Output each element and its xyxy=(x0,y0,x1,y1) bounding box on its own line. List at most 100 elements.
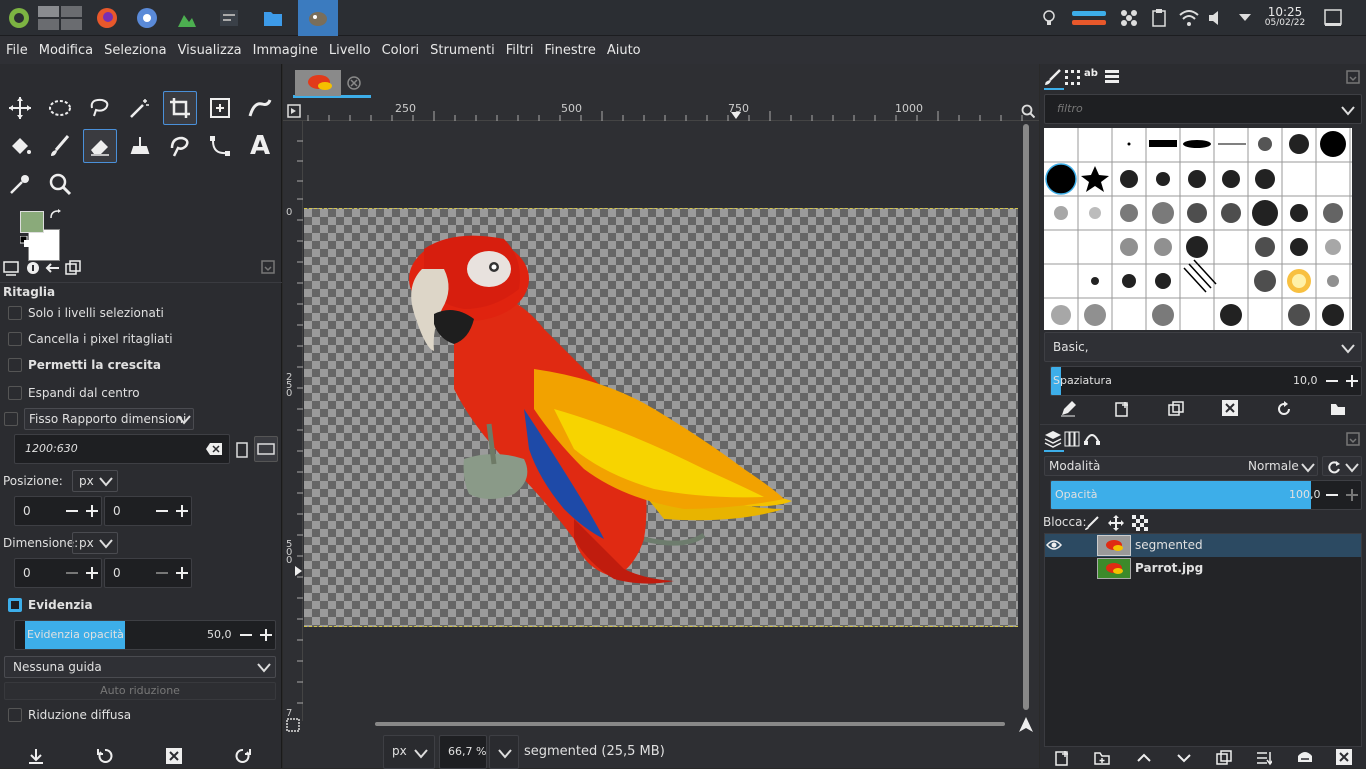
workspace-switcher[interactable] xyxy=(36,3,84,33)
menu-tools[interactable]: Strumenti xyxy=(430,43,495,58)
layer-composite-dropdown[interactable] xyxy=(1322,456,1362,476)
position-unit-dropdown[interactable]: px xyxy=(72,470,118,492)
zoom-tool-icon[interactable] xyxy=(43,167,77,201)
duplicate-brush-icon[interactable] xyxy=(1168,401,1184,420)
fixed-ratio-checkbox[interactable] xyxy=(4,412,18,426)
refresh-brushes-icon[interactable] xyxy=(1276,401,1292,420)
portrait-icon[interactable] xyxy=(236,442,248,461)
save-preset-icon[interactable] xyxy=(28,748,44,767)
menu-colors[interactable]: Colori xyxy=(382,43,420,58)
layer-mode-dropdown[interactable]: Modalità Normale xyxy=(1044,456,1318,476)
delete-preset-icon[interactable] xyxy=(166,748,182,767)
brush-grid[interactable] xyxy=(1044,128,1352,330)
layer-opacity-slider[interactable]: Opacità 100,0 xyxy=(1050,480,1362,510)
eraser-tool-icon[interactable] xyxy=(83,129,117,163)
layer-row-segmented[interactable]: segmented xyxy=(1045,534,1361,557)
fuzzy-select-icon[interactable] xyxy=(123,91,157,125)
ellipse-select-icon[interactable] xyxy=(43,91,77,125)
new-layer-group-icon[interactable] xyxy=(1094,750,1110,769)
minus-icon[interactable] xyxy=(65,566,79,583)
size-unit-dropdown[interactable]: px xyxy=(72,532,118,554)
lightbulb-icon[interactable] xyxy=(1032,3,1066,33)
menu-help[interactable]: Aiuto xyxy=(607,43,641,58)
fonts-tab-icon[interactable]: ab xyxy=(1084,68,1098,79)
position-y-field[interactable]: 0 xyxy=(104,496,192,526)
image-viewer-icon[interactable] xyxy=(170,3,204,33)
default-colors-icon[interactable] xyxy=(19,235,32,251)
clipboard-icon[interactable] xyxy=(1142,3,1176,33)
unified-transform-icon[interactable] xyxy=(203,91,237,125)
size-width-field[interactable]: 0 xyxy=(14,558,102,588)
foreground-color-swatch[interactable] xyxy=(20,211,44,233)
brushes-tab-icon[interactable] xyxy=(1044,68,1064,90)
zoom-input[interactable]: 66,7 % xyxy=(439,735,487,769)
open-brush-icon[interactable] xyxy=(1330,401,1346,420)
plus-icon[interactable] xyxy=(1345,488,1359,505)
image-tab[interactable] xyxy=(293,68,371,98)
show-desktop-icon[interactable] xyxy=(1316,3,1350,33)
plus-icon[interactable] xyxy=(85,504,99,521)
merge-down-icon[interactable] xyxy=(1256,750,1274,769)
edit-brush-icon[interactable] xyxy=(1060,401,1076,420)
navigate-icon[interactable] xyxy=(1021,104,1036,121)
dock-menu-icon[interactable] xyxy=(1346,432,1360,449)
image-canvas[interactable] xyxy=(304,208,1018,627)
color-picker-icon[interactable] xyxy=(3,167,37,201)
only-selected-layers-checkbox[interactable] xyxy=(8,306,22,320)
eye-visible-icon[interactable] xyxy=(1046,538,1062,555)
shrink-merged-checkbox[interactable] xyxy=(8,708,22,722)
paths-tab-icon[interactable] xyxy=(1084,431,1100,450)
patterns-tab-icon[interactable] xyxy=(1064,69,1080,88)
expand-from-center-checkbox[interactable] xyxy=(8,386,22,400)
new-brush-icon[interactable] xyxy=(1114,401,1130,420)
system-monitor-icon[interactable] xyxy=(1070,3,1108,33)
move-tool-icon[interactable] xyxy=(3,91,37,125)
swap-colors-icon[interactable] xyxy=(49,209,61,224)
duplicate-layer-icon[interactable] xyxy=(1216,750,1232,769)
paintbrush-icon[interactable] xyxy=(43,129,77,163)
minus-icon[interactable] xyxy=(239,628,253,645)
allow-growing-checkbox[interactable] xyxy=(8,358,22,372)
gimp-task-icon[interactable] xyxy=(298,0,338,36)
new-layer-icon[interactable] xyxy=(1054,750,1070,769)
menu-view[interactable]: Visualizza xyxy=(178,43,242,58)
start-menu-icon[interactable] xyxy=(2,3,36,33)
images-tab-icon[interactable] xyxy=(65,260,81,279)
document-history-tab-icon[interactable] xyxy=(1104,69,1120,88)
guides-dropdown[interactable]: Nessuna guida xyxy=(4,656,276,678)
auto-shrink-button[interactable]: Auto riduzione xyxy=(4,682,276,700)
zoom-dropdown-button[interactable] xyxy=(489,735,519,769)
restore-preset-icon[interactable] xyxy=(97,748,113,767)
menu-file[interactable]: File xyxy=(6,43,28,58)
channels-tab-icon[interactable] xyxy=(1064,431,1080,450)
navigate-arrow-icon[interactable] xyxy=(1017,716,1035,737)
delete-cropped-pixels-checkbox[interactable] xyxy=(8,332,22,346)
chromium-icon[interactable] xyxy=(130,3,164,33)
menu-windows[interactable]: Finestre xyxy=(545,43,596,58)
warp-transform-icon[interactable] xyxy=(243,91,277,125)
fixed-ratio-dropdown[interactable]: Fisso Rapporto dimensioni xyxy=(24,408,194,430)
delete-brush-icon[interactable] xyxy=(1222,400,1238,419)
menu-image[interactable]: Immagine xyxy=(253,43,318,58)
horizontal-scrollbar[interactable] xyxy=(375,722,1005,726)
device-status-tab-icon[interactable] xyxy=(25,260,41,279)
zoom-fit-icon[interactable] xyxy=(286,718,300,735)
paths-tool-icon[interactable] xyxy=(203,129,237,163)
minus-icon[interactable] xyxy=(155,504,169,521)
minus-icon[interactable] xyxy=(1325,374,1339,391)
spacing-slider[interactable]: Spaziatura 10,0 xyxy=(1050,366,1362,396)
ratio-input[interactable]: 1200:630 xyxy=(14,434,230,464)
firefox-icon[interactable] xyxy=(90,3,124,33)
minus-icon[interactable] xyxy=(155,566,169,583)
tool-options-tab-icon[interactable] xyxy=(3,260,19,279)
landscape-icon[interactable] xyxy=(254,436,278,462)
highlight-checkbox[interactable] xyxy=(8,598,22,612)
layer-mask-icon[interactable] xyxy=(1296,750,1314,769)
settings-app-icon[interactable] xyxy=(212,3,246,33)
lock-pixels-icon[interactable] xyxy=(1084,515,1100,534)
layer-row-parrot[interactable]: Parrot.jpg xyxy=(1045,557,1361,580)
close-tab-icon[interactable] xyxy=(347,76,361,93)
brush-preset-dropdown[interactable]: Basic, xyxy=(1044,332,1362,362)
brush-filter-input[interactable]: filtro xyxy=(1044,94,1362,124)
lasso-select-icon[interactable] xyxy=(83,91,117,125)
